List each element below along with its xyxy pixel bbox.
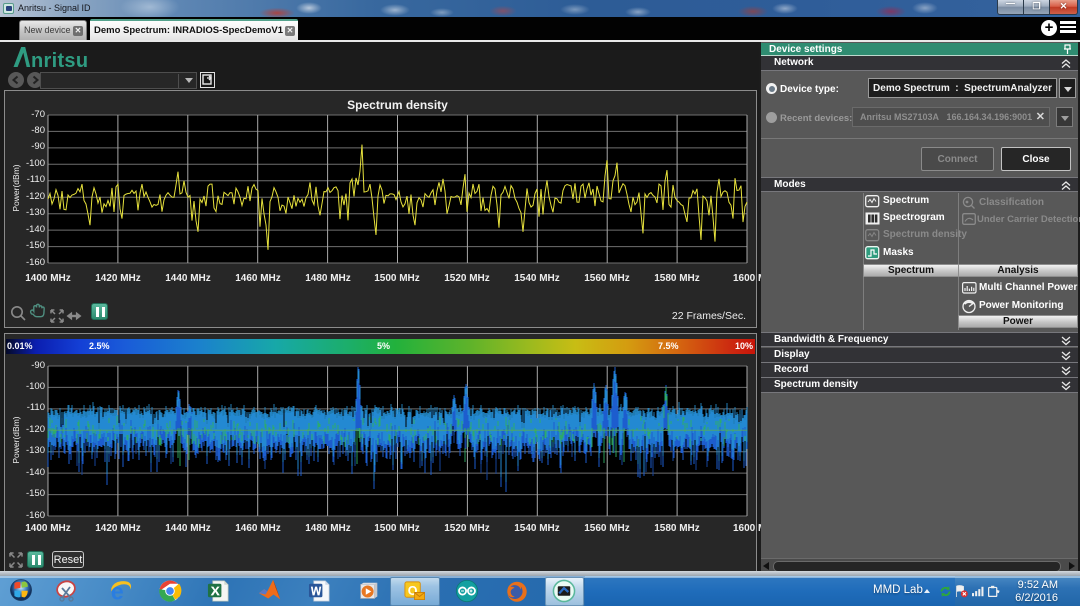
svg-text:nritsu: nritsu <box>31 50 88 69</box>
